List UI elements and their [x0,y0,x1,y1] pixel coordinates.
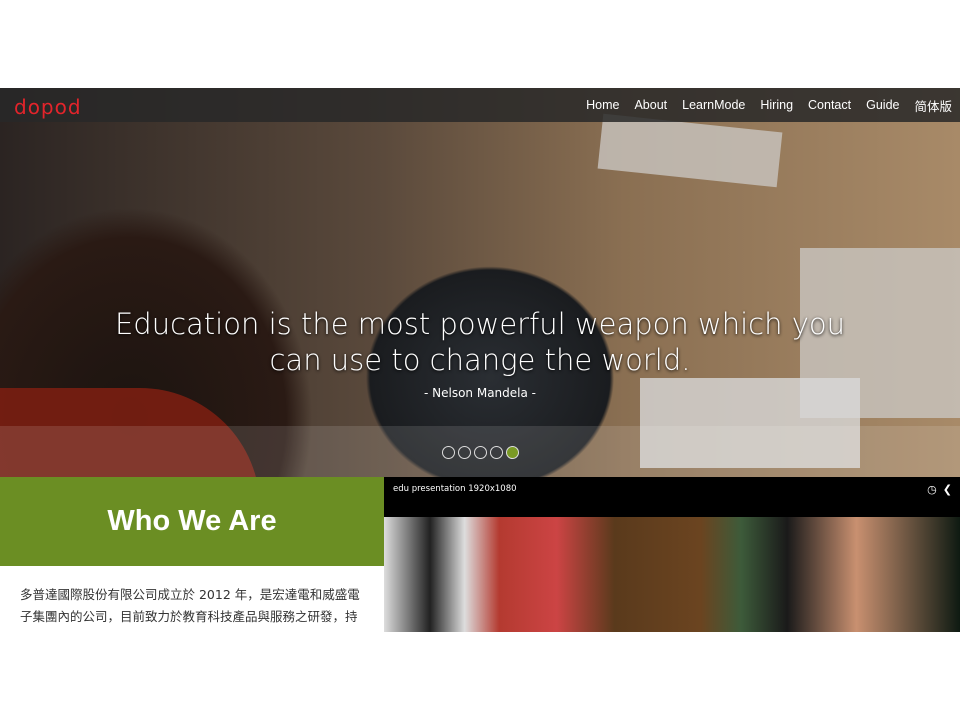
logo[interactable]: dopod [14,95,82,119]
quote-text: Education is the most powerful weapon wh… [114,307,846,377]
carousel-dot-3[interactable] [474,446,487,459]
navbar: dopod Home About LearnMode Hiring Contac… [0,88,960,122]
video-frame[interactable] [384,517,960,632]
who-we-are-title: Who We Are [0,477,384,566]
nav-contact[interactable]: Contact [808,98,851,112]
nav-guide[interactable]: Guide [866,98,899,112]
nav-about[interactable]: About [634,98,667,112]
carousel-dot-4[interactable] [490,446,503,459]
quote-author: - Nelson Mandela - [424,386,536,400]
video-icons: ◷ ❮ [927,483,952,496]
who-we-are-section: Who We Are 多普達國際股份有限公司成立於 2012 年，是宏達電和威盛… [0,477,384,632]
video-player[interactable]: edu presentation 1920x1080 ◷ ❮ [384,477,960,632]
carousel-dot-5[interactable] [506,446,519,459]
nav-simplified-chinese[interactable]: 简体版 [914,96,952,115]
share-icon[interactable]: ❮ [943,483,952,496]
carousel-dot-1[interactable] [442,446,455,459]
background-paper [597,113,783,188]
carousel-indicators [442,446,519,459]
carousel-dot-2[interactable] [458,446,471,459]
hero-quote: Education is the most powerful weapon wh… [0,306,960,400]
video-title[interactable]: edu presentation 1920x1080 [393,484,517,494]
hero-carousel: dopod Home About LearnMode Hiring Contac… [0,88,960,477]
nav-menu: Home About LearnMode Hiring Contact Guid… [586,88,952,122]
nav-home[interactable]: Home [586,98,619,112]
clock-icon[interactable]: ◷ [927,483,937,496]
who-we-are-text: 多普達國際股份有限公司成立於 2012 年，是宏達電和威盛電子集團內的公司，目前… [20,587,360,632]
nav-hiring[interactable]: Hiring [760,98,793,112]
nav-learnmode[interactable]: LearnMode [682,98,745,112]
